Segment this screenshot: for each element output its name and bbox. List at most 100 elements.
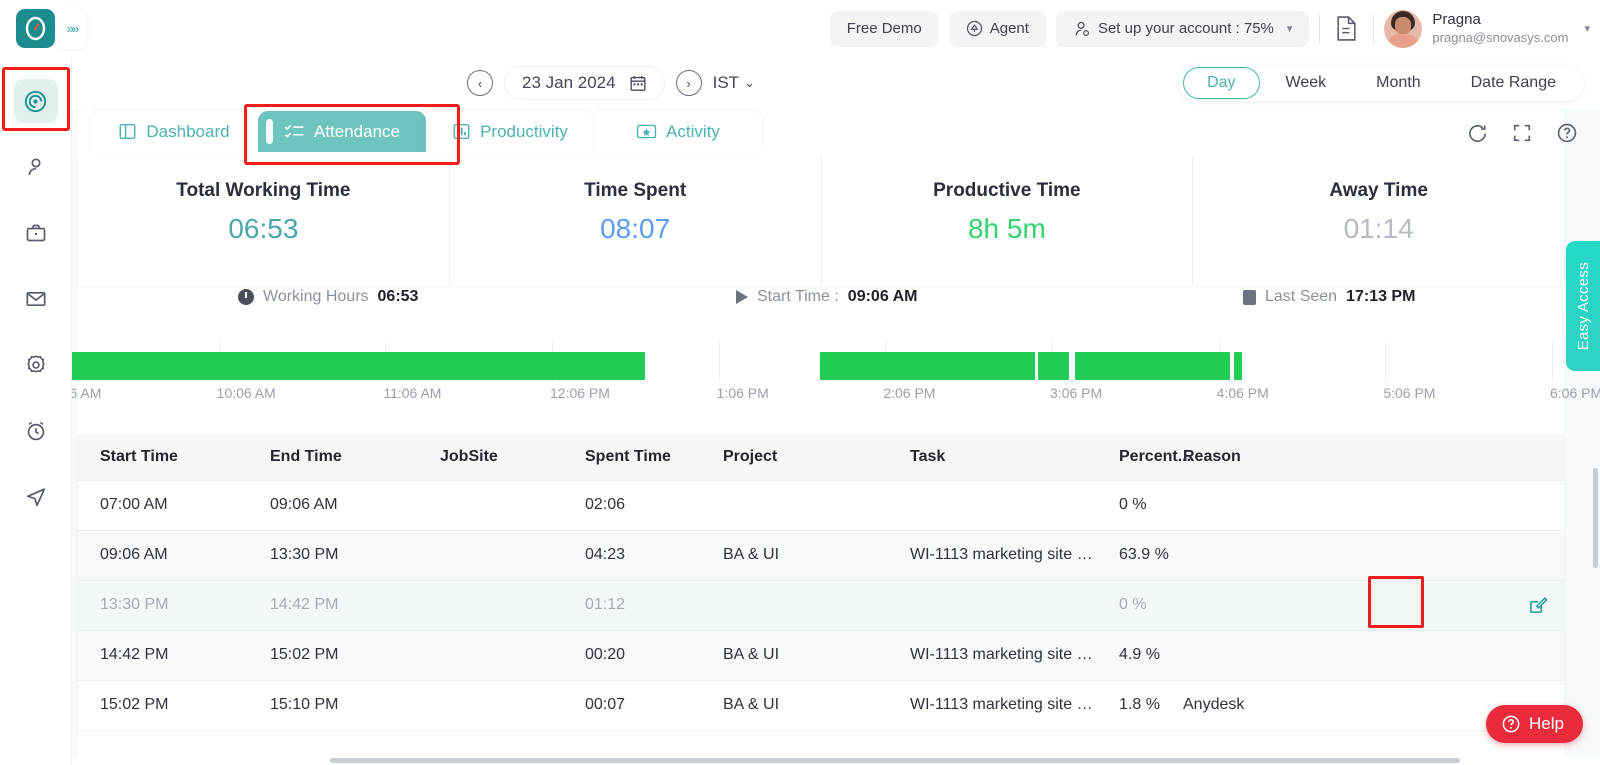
col-reason[interactable]: Reason bbox=[1175, 434, 1365, 481]
cell-start: 15:02 PM bbox=[78, 680, 248, 731]
sidebar-item-people[interactable] bbox=[14, 145, 58, 189]
timeline-tick-label: 12:06 PM bbox=[550, 385, 610, 401]
timeline-segment[interactable] bbox=[1037, 352, 1069, 380]
sidebar-item-tracker[interactable] bbox=[13, 79, 58, 123]
card-value: 08:07 bbox=[600, 213, 671, 244]
attendance-timeline-chart: 9:06 AM 10:06 AM 11:06 AM 12:06 PM 1:06 PM 2:… bbox=[40, 330, 1600, 410]
cell-jobsite bbox=[418, 630, 563, 681]
help-label: Help bbox=[1529, 714, 1564, 733]
table-row[interactable]: 09:06 AM 13:30 PM 04:23 BA & UI WI-1113 mark… bbox=[78, 530, 1564, 581]
tab-attendance[interactable]: Attendance bbox=[258, 111, 426, 152]
help-button[interactable]: Help bbox=[1486, 705, 1583, 743]
edit-entry-button[interactable] bbox=[1527, 594, 1549, 616]
cell-start: 13:30 PM bbox=[78, 580, 248, 631]
cell-task bbox=[888, 480, 1105, 531]
cell-end: 13:30 PM bbox=[248, 530, 418, 581]
timeline-tick-label: 5:06 PM bbox=[1383, 385, 1436, 401]
tab-productivity[interactable]: Productivity bbox=[426, 111, 594, 152]
cell-task: WI-1113 marketing site … bbox=[888, 530, 1105, 581]
mail-icon bbox=[25, 291, 46, 307]
cell-spent: 02:06 bbox=[563, 480, 701, 531]
table-row[interactable]: 15:02 PM 15:10 PM 00:07 BA & UI WI-1113 mark… bbox=[78, 680, 1564, 731]
cell-project bbox=[701, 580, 888, 631]
sidebar-item-reminders[interactable] bbox=[14, 409, 58, 453]
user-settings-icon bbox=[1075, 21, 1089, 36]
user-name: Pragna bbox=[1432, 11, 1481, 28]
sidebar-expand-button[interactable]: »» bbox=[58, 8, 86, 49]
horizontal-scrollbar[interactable] bbox=[330, 758, 1460, 763]
range-option-date-range[interactable]: Date Range bbox=[1447, 67, 1580, 99]
cell-task: WI-1113 marketing site … bbox=[888, 630, 1105, 681]
clock-icon bbox=[238, 289, 254, 305]
table-row[interactable]: 14:42 PM 15:02 PM 00:20 BA & UI WI-1113 mark… bbox=[78, 630, 1564, 681]
cell-action bbox=[1365, 480, 1564, 531]
timeline-segment[interactable] bbox=[1234, 352, 1242, 380]
cell-start: 14:42 PM bbox=[78, 630, 248, 681]
summary-last-seen: Last Seen 17:13 PM bbox=[1243, 288, 1415, 306]
col-jobsite[interactable]: JobSite bbox=[418, 434, 563, 481]
agent-button[interactable]: Agent bbox=[948, 10, 1046, 47]
send-navigate-icon bbox=[26, 488, 45, 507]
play-icon bbox=[736, 290, 748, 304]
range-option-week[interactable]: Week bbox=[1262, 67, 1351, 99]
date-picker[interactable]: 23 Jan 2024 bbox=[504, 66, 665, 100]
col-spent-time[interactable]: Spent Time bbox=[563, 434, 701, 481]
card-total-working-time: Total Working Time 06:53 bbox=[78, 156, 450, 286]
col-actions bbox=[1365, 434, 1564, 481]
bar-chart-icon bbox=[453, 123, 470, 140]
next-day-button[interactable]: › bbox=[675, 70, 702, 96]
app-logo[interactable] bbox=[16, 9, 55, 48]
header-actions: Free Demo Agent Set up your account : 75… bbox=[829, 0, 1592, 57]
agent-label: Agent bbox=[989, 20, 1029, 37]
user-menu-chevron-down-icon[interactable]: ▾ bbox=[1584, 22, 1590, 35]
working-hours-label: Working Hours bbox=[263, 288, 369, 305]
card-productive-time: Productive Time 8h 5m bbox=[821, 156, 1194, 286]
timezone-label: IST bbox=[712, 73, 740, 92]
timeline-track[interactable] bbox=[52, 340, 1553, 382]
col-start-time[interactable]: Start Time bbox=[78, 434, 248, 481]
timeline-segment[interactable] bbox=[52, 352, 645, 380]
cell-start: 07:00 AM bbox=[78, 480, 248, 531]
timezone-selector[interactable]: IST ⌄ bbox=[713, 73, 755, 93]
range-option-month[interactable]: Month bbox=[1352, 67, 1444, 99]
card-title: Time Spent bbox=[584, 180, 687, 201]
tab-dashboard[interactable]: Dashboard bbox=[90, 111, 258, 152]
range-switch: Day Week Month Date Range bbox=[1179, 65, 1584, 101]
refresh-button[interactable] bbox=[1463, 119, 1492, 148]
easy-access-tab[interactable]: Easy Access bbox=[1566, 241, 1600, 371]
setup-account-button[interactable]: Set up your account : 75% ▾ bbox=[1055, 10, 1310, 47]
avatar bbox=[1384, 9, 1423, 48]
col-percent[interactable]: Percent... bbox=[1105, 434, 1191, 481]
help-icon-button[interactable] bbox=[1552, 118, 1582, 148]
card-title: Away Time bbox=[1329, 180, 1428, 201]
cell-jobsite bbox=[418, 680, 563, 731]
prev-day-button[interactable]: ‹ bbox=[467, 70, 493, 96]
table-row[interactable]: 07:00 AM 09:06 AM 02:06 0 % bbox=[78, 480, 1564, 531]
timeline-segment[interactable] bbox=[820, 352, 1035, 380]
range-option-day[interactable]: Day bbox=[1183, 67, 1260, 99]
card-title: Total Working Time bbox=[176, 180, 351, 201]
sidebar-item-mail[interactable] bbox=[14, 277, 58, 321]
timeline-segment[interactable] bbox=[1075, 352, 1230, 380]
start-time-value: 09:06 AM bbox=[847, 288, 918, 305]
user-menu[interactable]: Pragna pragna@snovasys.com ▾ bbox=[1384, 9, 1592, 48]
col-end-time[interactable]: End Time bbox=[248, 434, 418, 481]
attendance-table-element: Start Time End Time JobSite Spent Time P… bbox=[78, 434, 1564, 731]
card-away-time: Away Time 01:14 bbox=[1193, 156, 1564, 286]
vertical-scrollbar[interactable] bbox=[1593, 468, 1598, 568]
table-row[interactable]: 13:30 PM 14:42 PM 01:12 0 % bbox=[78, 580, 1564, 631]
timeline-tick-label: 2:06 PM bbox=[883, 385, 936, 401]
free-demo-button[interactable]: Free Demo bbox=[829, 10, 939, 47]
sidebar-item-settings[interactable] bbox=[14, 343, 58, 387]
setup-account-label: Set up your account : 75% bbox=[1097, 20, 1274, 37]
fullscreen-button[interactable] bbox=[1508, 119, 1536, 147]
col-task[interactable]: Task bbox=[888, 434, 1105, 481]
documents-button[interactable] bbox=[1330, 11, 1363, 46]
cell-jobsite bbox=[418, 480, 563, 531]
sidebar-item-projects[interactable] bbox=[14, 211, 58, 255]
sidebar-item-send[interactable] bbox=[14, 475, 58, 519]
col-project[interactable]: Project bbox=[701, 434, 888, 481]
section-tabs: Dashboard Attendance Productivity Activi… bbox=[90, 111, 762, 152]
timeline-gridline bbox=[1385, 340, 1387, 382]
tab-activity[interactable]: Activity bbox=[594, 111, 762, 152]
